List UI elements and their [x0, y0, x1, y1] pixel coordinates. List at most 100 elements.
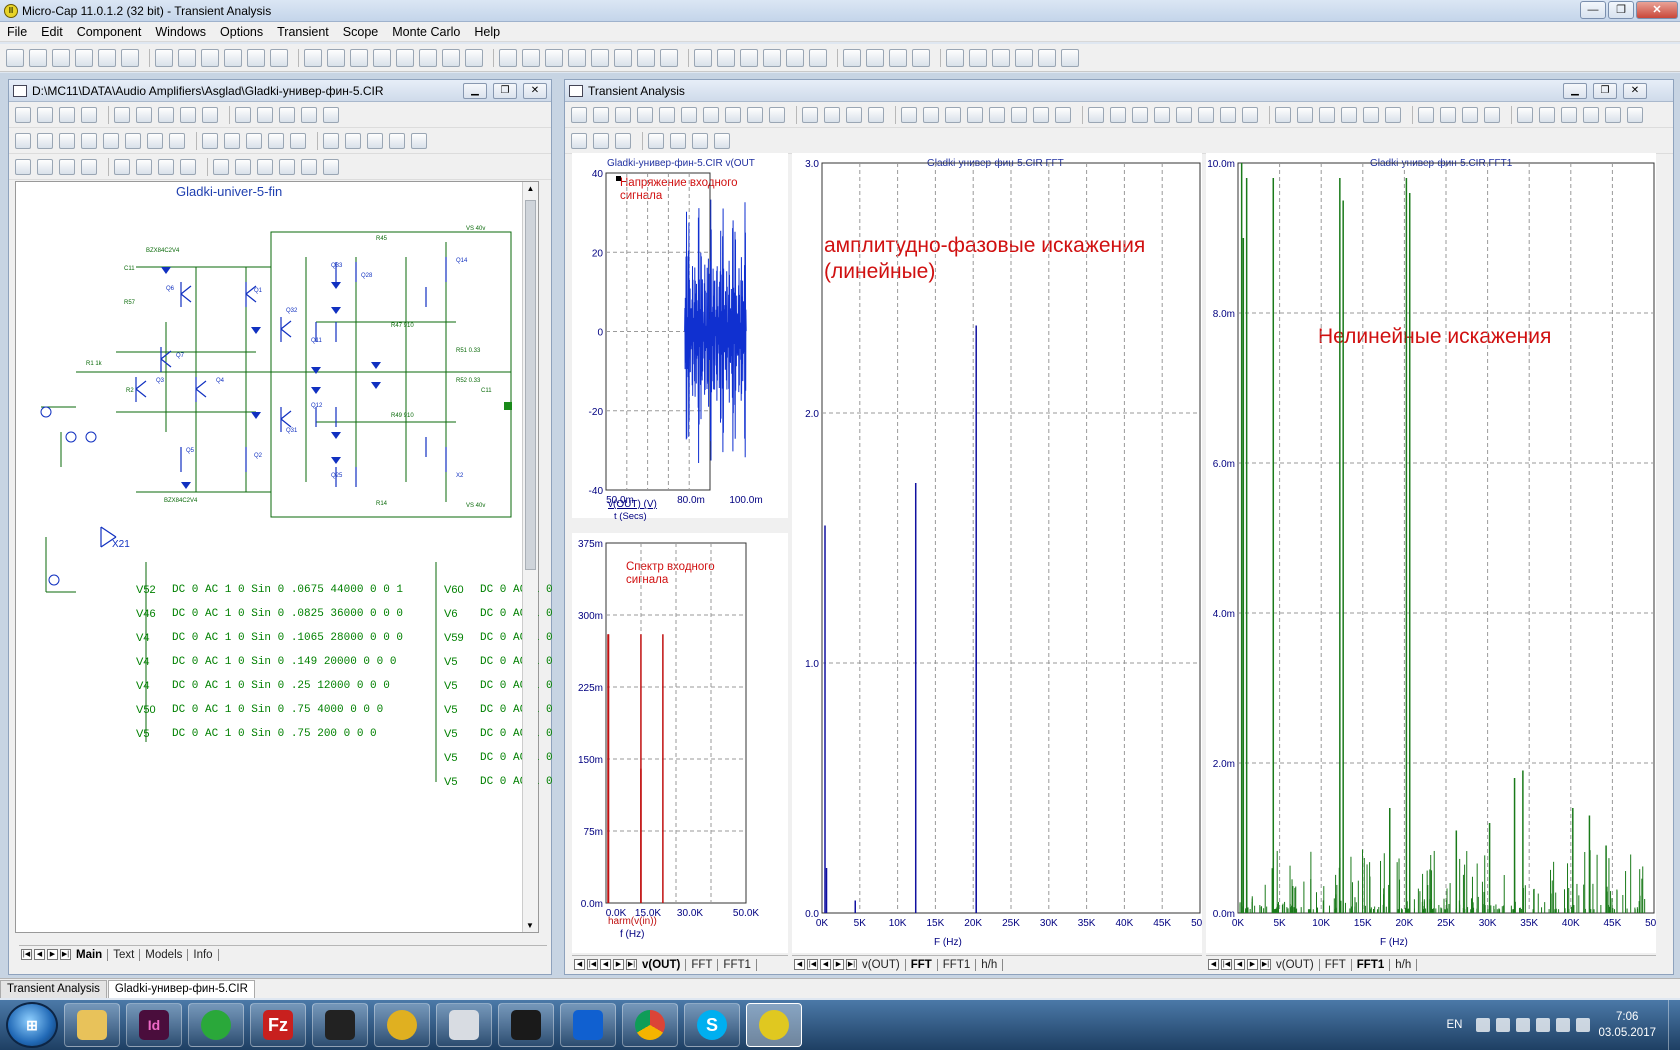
right-source-label[interactable]: V60	[444, 584, 464, 596]
main-tool-button[interactable]	[52, 48, 70, 67]
analysis1-tool-button[interactable]	[1561, 106, 1577, 123]
language-indicator[interactable]: EN	[1446, 1019, 1462, 1031]
schematic2-tool-button[interactable]	[81, 132, 97, 149]
right-source-params[interactable]: DC 0 AC 1 0	[480, 584, 553, 596]
pt1-prev-icon[interactable]: ◀	[600, 959, 611, 970]
pt3-next-icon[interactable]: ▶	[1247, 959, 1258, 970]
pt3-tab-hh[interactable]: h/h	[1390, 958, 1418, 971]
menu-transient[interactable]: Transient	[270, 25, 336, 39]
schematic2-tool-button[interactable]	[59, 132, 75, 149]
schematic2-tool-button[interactable]	[268, 132, 284, 149]
analysis1-tool-button[interactable]	[945, 106, 961, 123]
right-source-params[interactable]: DC 0 AC 1 0	[480, 608, 553, 620]
analysis1-tool-button[interactable]	[1440, 106, 1456, 123]
schematic2-tool-button[interactable]	[389, 132, 405, 149]
analysis1-tool-button[interactable]	[1198, 106, 1214, 123]
main-tool-button[interactable]	[224, 48, 242, 67]
pt2-last-icon[interactable]: ▶|	[846, 959, 857, 970]
taskbar-media-player-icon[interactable]	[374, 1003, 430, 1047]
pt3-tab-fft[interactable]: FFT	[1320, 958, 1352, 971]
main-tool-button[interactable]	[912, 48, 930, 67]
analysis1-tool-button[interactable]	[1627, 106, 1643, 123]
analysis2-tool-button[interactable]	[648, 132, 664, 149]
analysis1-tool-button[interactable]	[1539, 106, 1555, 123]
main-tool-button[interactable]	[75, 48, 93, 67]
menu-monte-carlo[interactable]: Monte Carlo	[385, 25, 467, 39]
schematic1-tool-button[interactable]	[81, 106, 97, 123]
main-tool-button[interactable]	[694, 48, 712, 67]
left-source-label[interactable]: V50	[136, 704, 156, 716]
main-tool-button[interactable]	[591, 48, 609, 67]
main-tool-button[interactable]	[969, 48, 987, 67]
schematic2-tool-button[interactable]	[323, 132, 339, 149]
schematic3-tool-button[interactable]	[114, 158, 130, 175]
main-tool-button[interactable]	[247, 48, 265, 67]
main-tool-button[interactable]	[614, 48, 632, 67]
pt1-next-icon[interactable]: ▶	[613, 959, 624, 970]
schematic3-tool-button[interactable]	[301, 158, 317, 175]
analysis1-tool-button[interactable]	[1297, 106, 1313, 123]
left-source-label[interactable]: V4	[136, 632, 149, 644]
minimize-button[interactable]: —	[1580, 1, 1606, 19]
main-tool-button[interactable]	[889, 48, 907, 67]
schematic2-tool-button[interactable]	[290, 132, 306, 149]
schematic3-tool-button[interactable]	[323, 158, 339, 175]
taskbar-video-editor-icon[interactable]	[312, 1003, 368, 1047]
main-tool-button[interactable]	[270, 48, 288, 67]
analysis1-tool-button[interactable]	[923, 106, 939, 123]
analysis2-tool-button[interactable]	[670, 132, 686, 149]
analysis1-tool-button[interactable]	[1055, 106, 1071, 123]
analysis1-tool-button[interactable]	[1319, 106, 1335, 123]
analysis2-tool-button[interactable]	[571, 132, 587, 149]
taskbar-chrome-icon[interactable]	[622, 1003, 678, 1047]
analysis1-tool-button[interactable]	[1110, 106, 1126, 123]
analysis1-tool-button[interactable]	[1275, 106, 1291, 123]
taskbar-indesign-icon[interactable]: Id	[126, 1003, 182, 1047]
start-button[interactable]: ⊞	[6, 1002, 58, 1048]
right-source-label[interactable]: V5	[444, 704, 457, 716]
schematic2-tool-button[interactable]	[367, 132, 383, 149]
analysis-close-button[interactable]: ✕	[1623, 83, 1647, 99]
pt2-scroll-left-icon[interactable]: ◀	[794, 959, 805, 970]
tab-main[interactable]: Main	[71, 948, 109, 961]
next-page-icon[interactable]: ▶	[47, 949, 58, 960]
schematic2-tool-button[interactable]	[224, 132, 240, 149]
left-source-label[interactable]: V4	[136, 656, 149, 668]
taskbar-explorer-icon[interactable]	[64, 1003, 120, 1047]
schematic3-tool-button[interactable]	[15, 158, 31, 175]
taskbar-filezilla-icon[interactable]: Fz	[250, 1003, 306, 1047]
right-source-params[interactable]: DC 0 AC 1 0	[480, 728, 553, 740]
right-source-label[interactable]: V5	[444, 728, 457, 740]
left-source-params[interactable]: DC 0 AC 1 0 Sin 0 .0675 44000 0 0 1	[172, 584, 403, 596]
plot-harm-pane[interactable]: Спектр входного сигнала 375m 300m 225m 150m…	[572, 533, 788, 953]
right-source-label[interactable]: V5	[444, 752, 457, 764]
schematic3-tool-button[interactable]	[158, 158, 174, 175]
main-tool-button[interactable]	[121, 48, 139, 67]
left-source-label[interactable]: V5	[136, 728, 149, 740]
main-tool-button[interactable]	[350, 48, 368, 67]
left-source-params[interactable]: DC 0 AC 1 0 Sin 0 .149 20000 0 0 0	[172, 656, 396, 668]
main-tool-button[interactable]	[717, 48, 735, 67]
schematic2-tool-button[interactable]	[147, 132, 163, 149]
pt2-tab-fft1[interactable]: FFT1	[938, 958, 977, 971]
pt3-scroll-left-icon[interactable]: ◀	[1208, 959, 1219, 970]
plot-time-pane[interactable]: Gladki-универ-фин-5.CIR v(OUT Напряжение…	[572, 153, 788, 522]
tray-network-icon[interactable]	[1556, 1018, 1571, 1032]
analysis2-tool-button[interactable]	[692, 132, 708, 149]
right-source-params[interactable]: DC 0 AC 1 0	[480, 632, 553, 644]
analysis1-tool-button[interactable]	[1154, 106, 1170, 123]
schematic1-tool-button[interactable]	[158, 106, 174, 123]
analysis1-tool-button[interactable]	[571, 106, 587, 123]
analysis1-tool-button[interactable]	[659, 106, 675, 123]
pt3-first-icon[interactable]: |◀	[1221, 959, 1232, 970]
analysis1-tool-button[interactable]	[1363, 106, 1379, 123]
analysis1-tool-button[interactable]	[747, 106, 763, 123]
main-tool-button[interactable]	[327, 48, 345, 67]
main-tool-button[interactable]	[201, 48, 219, 67]
show-desktop-button[interactable]	[1668, 1000, 1680, 1050]
menu-file[interactable]: File	[0, 25, 34, 39]
analysis1-tool-button[interactable]	[868, 106, 884, 123]
pt2-tab-fft[interactable]: FFT	[906, 958, 938, 971]
main-tool-button[interactable]	[866, 48, 884, 67]
main-tool-button[interactable]	[740, 48, 758, 67]
